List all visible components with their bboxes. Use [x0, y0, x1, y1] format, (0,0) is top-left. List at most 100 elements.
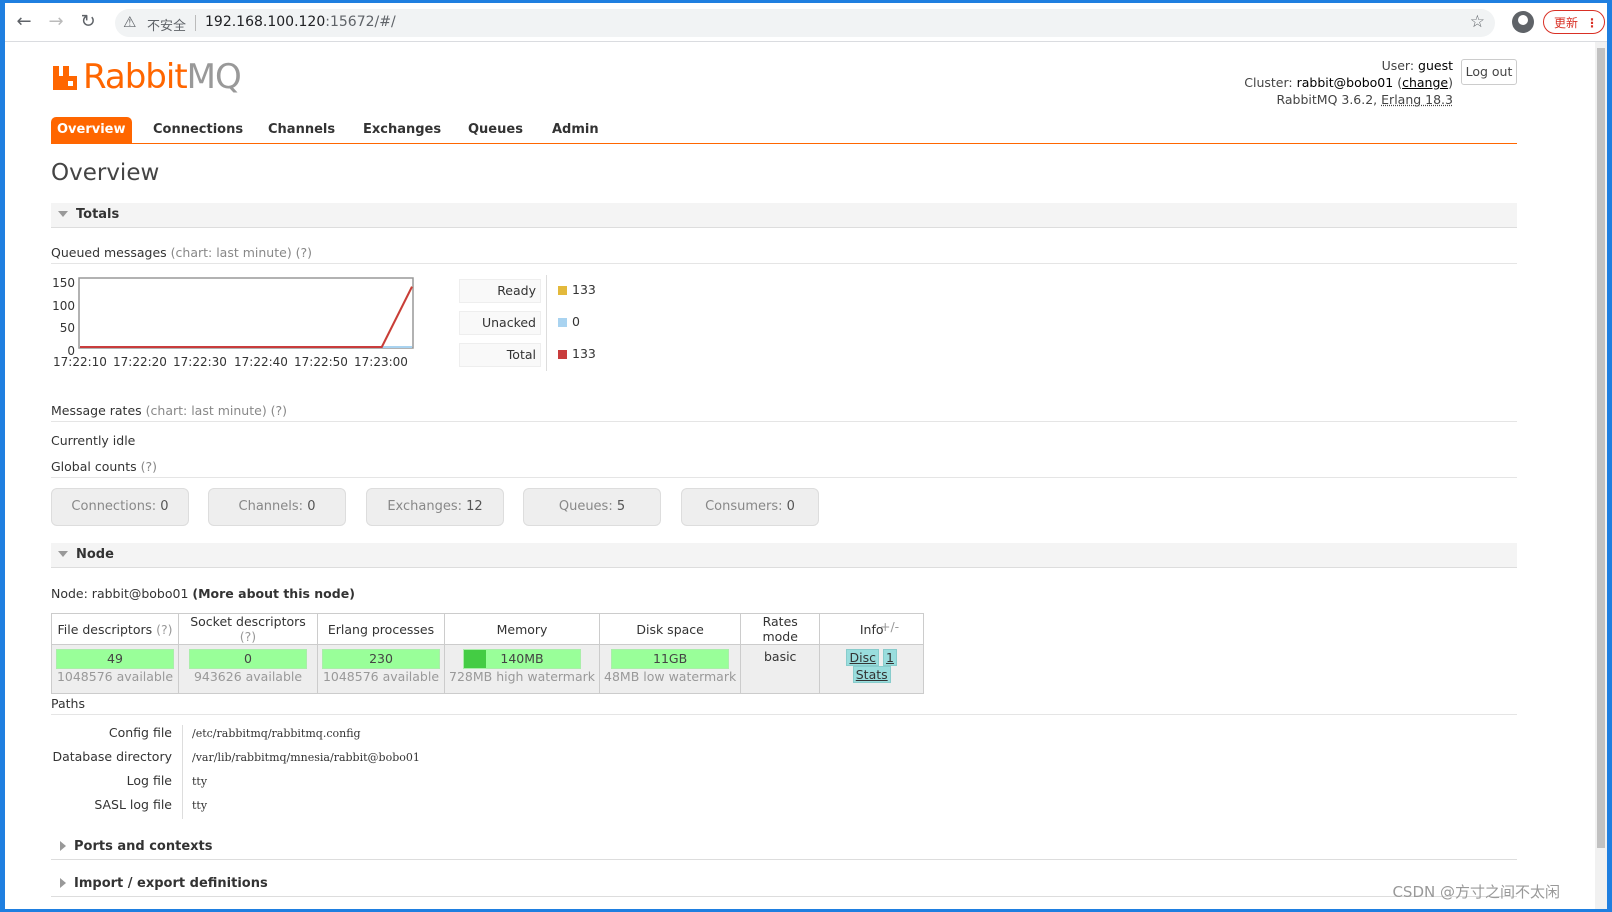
reload-icon[interactable]: ↻ — [77, 11, 99, 33]
url-text[interactable]: 192.168.100.120:15672/#/ — [205, 14, 396, 30]
available-text: 943626 available — [193, 669, 303, 684]
connections-counter[interactable]: Connections: 0 — [51, 488, 189, 526]
section-ports-title: Ports and contexts — [74, 839, 213, 854]
counter-value: 0 — [786, 499, 795, 514]
path-value: tty — [192, 799, 208, 812]
logo-text: RabbitMQ — [83, 57, 242, 97]
section-node[interactable]: Node — [51, 543, 1517, 568]
legend-value: 133 — [572, 346, 596, 361]
tab-overview[interactable]: Overview — [51, 117, 132, 143]
update-label: 更新 — [1554, 16, 1579, 30]
rates-title: Message rates — [51, 403, 142, 418]
bar-fill — [464, 650, 487, 668]
x-tick: 17:22:10 — [53, 355, 107, 369]
security-label[interactable]: 不安全 — [147, 15, 186, 34]
legend-label: Unacked — [459, 311, 541, 335]
main-tabs: Overview Connections Channels Exchanges … — [51, 117, 1517, 144]
x-tick: 17:22:20 — [113, 355, 167, 369]
table-row: 49 1048576 available 0 943626 available … — [51, 644, 925, 694]
col-erlang-processes: Erlang processes — [317, 613, 445, 645]
rates-note[interactable]: (chart: last minute) (?) — [146, 403, 287, 418]
cluster-label: Cluster: — [1244, 75, 1293, 90]
queues-counter[interactable]: Queues: 5 — [523, 488, 661, 526]
section-import-export[interactable]: Import / export definitions — [51, 872, 1517, 897]
col-file-descriptors: File descriptors (?) — [51, 613, 179, 645]
browser-window: ← → ↻ ⚠ 不安全 192.168.100.120:15672/#/ ☆ 更… — [5, 3, 1607, 909]
rabbitmq-logo-icon — [53, 66, 77, 90]
legend-swatch — [558, 318, 567, 327]
file-descriptors-cell: 49 1048576 available — [51, 644, 179, 694]
section-totals[interactable]: Totals — [51, 203, 1517, 228]
version-row: RabbitMQ 3.6.2, Erlang 18.3 — [1244, 91, 1453, 108]
plot-frame — [78, 277, 414, 349]
collapse-triangle-icon — [58, 550, 68, 557]
counter-value: 0 — [307, 499, 316, 514]
forward-icon[interactable]: → — [45, 11, 67, 33]
consumers-counter[interactable]: Consumers: 0 — [681, 488, 819, 526]
cluster-value: rabbit@bobo01 — [1296, 75, 1394, 90]
more-about-node-link[interactable]: (More about this node) — [192, 586, 355, 601]
message-rates-heading: Message rates (chart: last minute) (?) — [51, 403, 1517, 422]
info-tag-count[interactable]: 1 — [882, 649, 897, 666]
update-button[interactable]: 更新 ⋮ — [1543, 10, 1605, 34]
user-value: guest — [1418, 58, 1453, 73]
cluster-change-close: ) — [1448, 75, 1453, 90]
queued-messages-chart: 150 100 50 0 17:22:10 17:22:20 17:22:30 … — [51, 273, 421, 373]
erlang-version: Erlang 18.3 — [1381, 92, 1453, 107]
queued-note[interactable]: (chart: last minute) (?) — [171, 245, 312, 260]
section-ports-and-contexts[interactable]: Ports and contexts — [51, 835, 1517, 860]
available-text: 1048576 available — [322, 669, 440, 684]
erlang-processes-cell: 230 1048576 available — [317, 644, 445, 694]
col-info: Info — [819, 613, 925, 645]
cluster-row: Cluster: rabbit@bobo01 (change) — [1244, 74, 1453, 91]
info-tag-disc[interactable]: Disc — [846, 649, 879, 666]
user-row: User: guest — [1244, 57, 1453, 74]
legend-label: Ready — [459, 279, 541, 303]
bookmark-star-icon[interactable]: ☆ — [1470, 12, 1485, 32]
erlang-processes-bar: 230 — [322, 649, 440, 669]
address-bar[interactable]: ⚠ 不安全 192.168.100.120:15672/#/ ☆ — [115, 9, 1495, 37]
x-tick: 17:22:40 — [234, 355, 288, 369]
help-link[interactable]: (?) — [156, 622, 172, 637]
columns-toggle-link[interactable]: +/- — [880, 619, 899, 634]
counter-label: Connections: — [71, 499, 157, 514]
global-note[interactable]: (?) — [141, 459, 157, 474]
tab-exchanges[interactable]: Exchanges — [357, 117, 447, 143]
back-icon[interactable]: ← — [13, 11, 35, 33]
path-key: Log file — [126, 773, 172, 788]
tab-channels[interactable]: Channels — [262, 117, 341, 143]
profile-avatar-icon[interactable] — [1512, 11, 1534, 33]
global-counts-heading: Global counts (?) — [51, 459, 1517, 478]
path-key: Config file — [108, 725, 172, 740]
section-import-title: Import / export definitions — [74, 876, 268, 891]
socket-descriptors-cell: 0 943626 available — [178, 644, 318, 694]
channels-counter[interactable]: Channels: 0 — [208, 488, 346, 526]
memory-cell: 140MB 728MB high watermark — [443, 644, 601, 694]
url-host: 192.168.100.120 — [205, 14, 326, 30]
legend-swatch — [558, 350, 567, 359]
watermark-text: 728MB high watermark — [449, 669, 596, 684]
cluster-change-link[interactable]: change — [1402, 75, 1448, 90]
node-label: Node: rabbit@bobo01 — [51, 586, 189, 601]
counter-value: 5 — [616, 499, 626, 514]
tab-admin[interactable]: Admin — [546, 117, 605, 143]
vertical-scrollbar[interactable] — [1595, 42, 1607, 909]
scrollbar-thumb[interactable] — [1597, 48, 1605, 848]
help-link[interactable]: (?) — [240, 629, 256, 644]
path-key: Database directory — [52, 749, 172, 764]
bar-value: 230 — [369, 651, 393, 666]
exchanges-counter[interactable]: Exchanges: 12 — [366, 488, 504, 526]
bar-value: 0 — [244, 651, 252, 666]
legend-value: 0 — [572, 314, 580, 329]
path-row: SASL log file tty — [51, 797, 451, 821]
col-memory: Memory — [443, 613, 601, 645]
available-text: 1048576 available — [56, 669, 174, 684]
path-value: tty — [192, 775, 208, 788]
logout-button[interactable]: Log out — [1461, 59, 1517, 85]
info-tag-stats[interactable]: Stats — [852, 666, 891, 683]
path-row: Log file tty — [51, 773, 451, 797]
queued-messages-heading: Queued messages (chart: last minute) (?) — [51, 245, 1517, 264]
more-menu-icon: ⋮ — [1586, 16, 1598, 30]
tab-connections[interactable]: Connections — [147, 117, 249, 143]
tab-queues[interactable]: Queues — [462, 117, 529, 143]
